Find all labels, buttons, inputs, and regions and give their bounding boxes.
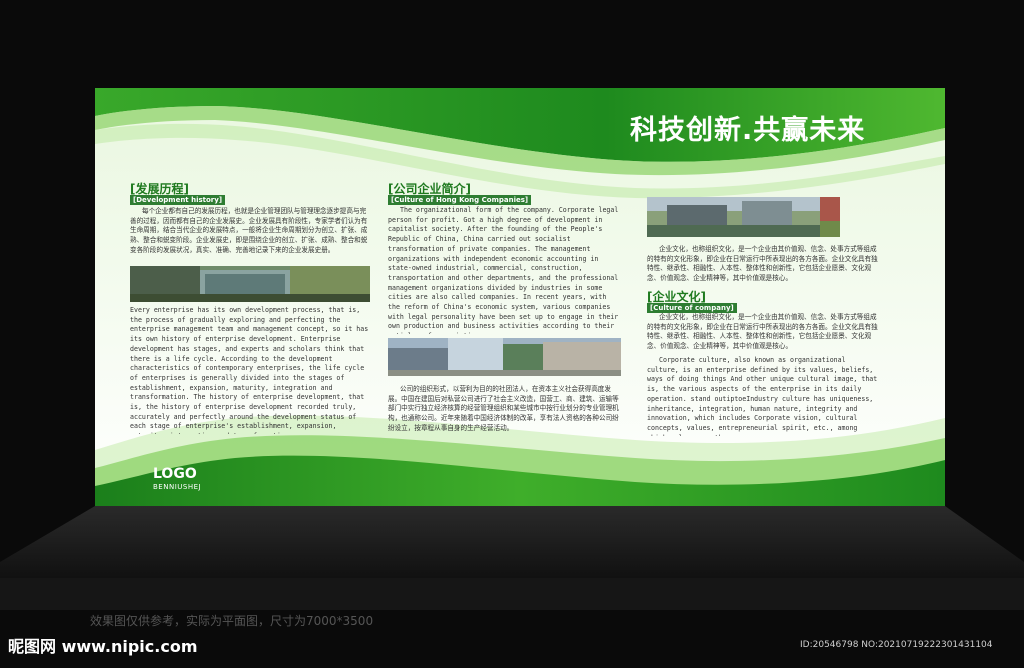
company-subtitle: [Culture of Hong Kong Companies] xyxy=(388,195,532,205)
site-id: ID:20546798 NO:20210719222301431104 xyxy=(800,640,993,650)
caption: 效果图仅供参考，实际为平面图，尺寸为7000*3500 xyxy=(90,614,374,628)
glass-facade-photo xyxy=(388,338,621,376)
history-subtitle: [Development history] xyxy=(130,195,226,205)
headline: 科技创新.共赢未来 xyxy=(630,115,866,146)
display-stage: 科技创新.共赢未来 [发展历程] [Development history] 每… xyxy=(0,0,1024,668)
site-logo[interactable]: 昵图网 www.nipic.com xyxy=(8,633,198,657)
garden-photo xyxy=(820,197,840,237)
culture-intro-zh: 企业文化，也称组织文化，是一个企业由其价值观、信念、处事方式等组成的特有的文化形… xyxy=(647,245,878,283)
stage-floor xyxy=(0,506,1024,610)
company-body-en: The organizational form of the company. … xyxy=(388,206,619,334)
company-body-zh: 公司的组织形式，以营利为目的的社团法人，在资本主义社会获得高度发展。中国在建国后… xyxy=(388,385,619,432)
building-photo xyxy=(130,266,370,302)
culture-body-en: Corporate culture, also known as organiz… xyxy=(647,356,878,436)
exhibition-board: 科技创新.共赢未来 [发展历程] [Development history] 每… xyxy=(95,88,945,506)
culture-body-zh: 企业文化，也称组织文化，是一个企业由其价值观、信念、处事方式等组成的特有的文化形… xyxy=(647,313,878,351)
culture-subtitle: [Culture of company] xyxy=(647,303,737,313)
history-body-en: Every enterprise has its own development… xyxy=(130,306,369,434)
logo-text: LOGO xyxy=(153,466,197,482)
pond-photo xyxy=(647,197,820,237)
history-body-zh: 每个企业都有自己的发展历程，也就是企业管理团队与管理理念逐步提高与完善的过程，因… xyxy=(130,207,368,254)
